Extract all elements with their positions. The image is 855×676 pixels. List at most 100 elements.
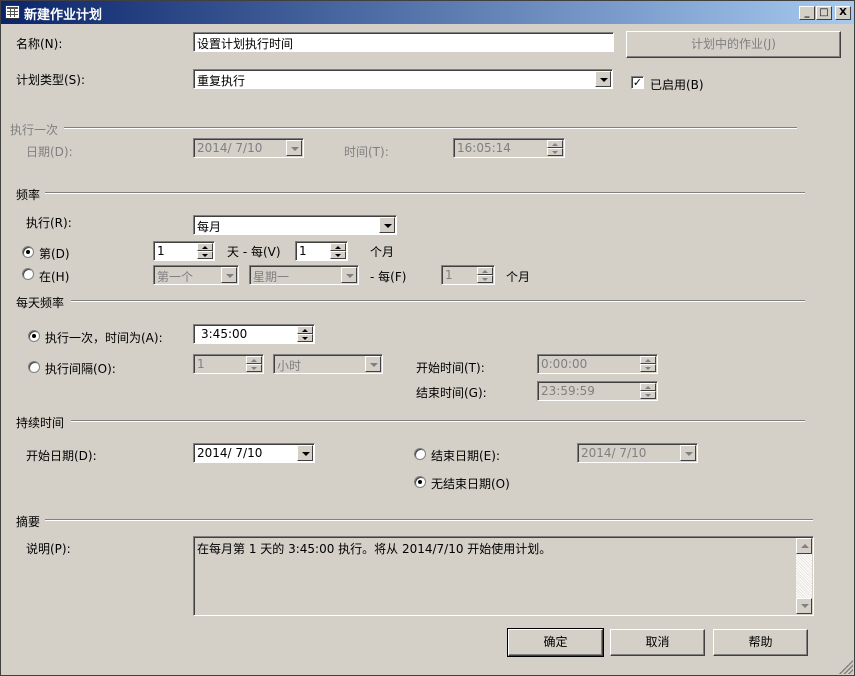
occurs-select[interactable]: 每月 — [193, 215, 397, 235]
summary-group-title: 摘要 — [16, 515, 41, 529]
schedule-type-label: 计划类型(S): — [16, 73, 86, 87]
chevron-down-icon[interactable] — [286, 140, 302, 156]
daily-end-value: 23:59:59 — [541, 384, 595, 398]
occurs-value: 每月 — [197, 220, 222, 234]
day-every-text: 天 - 每(V) — [227, 245, 281, 259]
once-time-label: 时间(T): — [344, 145, 389, 159]
daily-start-value: 0:00:00 — [541, 357, 588, 371]
on-radio-label: 在(H) — [39, 270, 70, 284]
end-date-label: 结束日期(E): — [431, 449, 500, 463]
schedule-type-select[interactable]: 重复执行 — [193, 69, 613, 89]
on-every-spinner[interactable]: 1 — [441, 265, 495, 285]
chevron-down-icon[interactable] — [221, 267, 237, 283]
every-month-value: 1 — [299, 244, 307, 258]
spin-arrows-icon[interactable] — [330, 243, 346, 259]
start-date-label: 开始日期(D): — [26, 449, 97, 463]
resize-grip-icon[interactable] — [839, 660, 853, 674]
duration-group-title: 持续时间 — [16, 416, 65, 430]
daily-group-title: 每天频率 — [16, 296, 65, 310]
name-input[interactable]: 设置计划执行时间 — [193, 32, 614, 52]
once-group-title: 执行一次 — [10, 123, 59, 137]
on-radio[interactable] — [22, 268, 34, 280]
weekday-value: 星期一 — [253, 270, 290, 284]
day-radio-label: 第(D) — [39, 247, 70, 261]
maximize-button[interactable]: □ — [816, 6, 832, 20]
ok-button[interactable]: 确定 — [507, 628, 604, 657]
start-date-picker[interactable]: 2014/ 7/10 — [193, 443, 315, 463]
on-every-value: 1 — [445, 268, 453, 282]
week-ordinal-value: 第一个 — [157, 270, 194, 284]
daily-unit-value: 小时 — [277, 359, 302, 373]
day-spinner[interactable]: 1 — [153, 241, 215, 261]
close-button[interactable]: X — [835, 6, 851, 20]
daily-unit-select[interactable]: 小时 — [273, 354, 383, 374]
daily-every-label: 执行间隔(O): — [45, 362, 116, 376]
help-button[interactable]: 帮助 — [713, 629, 808, 656]
chevron-down-icon[interactable] — [297, 445, 313, 461]
weekday-select[interactable]: 星期一 — [249, 265, 359, 285]
summary-separator — [45, 519, 813, 521]
scroll-down-icon[interactable] — [796, 598, 812, 614]
calendar-icon — [5, 5, 20, 19]
chevron-down-icon[interactable] — [341, 267, 357, 283]
cancel-button[interactable]: 取消 — [610, 629, 705, 656]
window-title: 新建作业计划 — [24, 8, 103, 23]
spin-arrows-icon[interactable] — [477, 267, 493, 283]
on-month-text: 个月 — [506, 270, 531, 284]
chevron-down-icon[interactable] — [379, 217, 395, 233]
frequency-separator — [45, 192, 805, 194]
vertical-scrollbar[interactable] — [796, 538, 812, 614]
name-label: 名称(N): — [16, 37, 63, 51]
schedule-type-value: 重复执行 — [197, 74, 246, 88]
no-end-date-radio[interactable] — [414, 476, 426, 488]
spin-arrows-icon[interactable] — [197, 243, 213, 259]
once-time-spinner[interactable]: 16:05:14 — [453, 138, 565, 158]
no-end-date-label: 无结束日期(O) — [431, 477, 510, 491]
spin-arrows-icon[interactable] — [297, 326, 313, 342]
end-date-picker[interactable]: 2014/ 7/10 — [577, 443, 698, 463]
every-month-spinner[interactable]: 1 — [295, 241, 348, 261]
start-date-value: 2014/ 7/10 — [197, 446, 263, 460]
once-date-value: 2014/ 7/10 — [197, 141, 263, 155]
scroll-up-icon[interactable] — [796, 538, 812, 554]
daily-start-spinner[interactable]: 0:00:00 — [537, 354, 658, 374]
chevron-down-icon[interactable] — [365, 356, 381, 372]
month-text: 个月 — [370, 245, 395, 259]
chevron-down-icon[interactable] — [680, 445, 696, 461]
description-textarea[interactable]: 在每月第 1 天的 3:45:00 执行。将从 2014/7/10 开始使用计划… — [193, 536, 814, 616]
end-date-value: 2014/ 7/10 — [581, 446, 647, 460]
daily-once-radio[interactable] — [28, 330, 40, 342]
occurs-label: 执行(R): — [26, 216, 72, 230]
once-separator — [64, 127, 797, 129]
day-radio[interactable] — [22, 246, 34, 258]
once-time-value: 16:05:14 — [457, 141, 511, 155]
once-date-label: 日期(D): — [26, 145, 73, 159]
enabled-checkbox[interactable]: ✓ — [631, 76, 644, 89]
day-value: 1 — [157, 244, 165, 258]
spin-arrows-icon[interactable] — [640, 383, 656, 399]
title-bar[interactable]: 新建作业计划 _ □ X — [0, 0, 855, 24]
end-date-radio[interactable] — [414, 448, 426, 460]
week-ordinal-select[interactable]: 第一个 — [153, 265, 239, 285]
daily-once-time-value: 3:45:00 — [201, 327, 248, 341]
daily-start-label: 开始时间(T): — [416, 361, 485, 375]
minimize-button[interactable]: _ — [799, 6, 815, 20]
description-text: 在每月第 1 天的 3:45:00 执行。将从 2014/7/10 开始使用计划… — [197, 542, 552, 556]
jobs-in-schedule-button[interactable]: 计划中的作业(J) — [626, 31, 841, 58]
on-every-text: - 每(F) — [370, 270, 407, 284]
chevron-down-icon[interactable] — [595, 71, 611, 87]
once-date-picker[interactable]: 2014/ 7/10 — [193, 138, 304, 158]
daily-once-time-spinner[interactable]: 3:45:00 — [193, 324, 315, 344]
daily-every-radio[interactable] — [28, 361, 40, 373]
duration-separator — [71, 420, 805, 422]
description-label: 说明(P): — [26, 542, 71, 556]
daily-end-label: 结束时间(G): — [416, 386, 487, 400]
daily-every-spinner[interactable]: 1 — [193, 354, 264, 374]
frequency-group-title: 频率 — [16, 188, 41, 202]
spin-arrows-icon[interactable] — [640, 356, 656, 372]
daily-end-spinner[interactable]: 23:59:59 — [537, 381, 658, 401]
daily-once-label: 执行一次，时间为(A): — [45, 331, 163, 345]
spin-arrows-icon[interactable] — [547, 140, 563, 156]
daily-every-value: 1 — [197, 357, 205, 371]
spin-arrows-icon[interactable] — [246, 356, 262, 372]
